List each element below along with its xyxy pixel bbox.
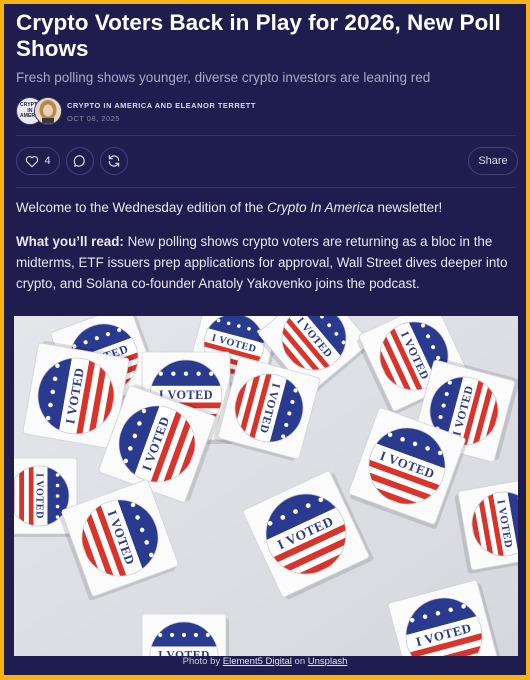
comment-button[interactable] <box>66 147 94 175</box>
sticker-text: I VOTED <box>34 473 45 519</box>
comment-icon <box>73 155 85 167</box>
author-photo <box>35 98 61 124</box>
author-avatars[interactable]: CRYPTO IN AMERICA <box>16 97 66 125</box>
restack-button[interactable] <box>100 147 128 175</box>
sticker-text: I VOTED <box>158 649 210 656</box>
intro-text-end: newsletter! <box>373 200 443 215</box>
article-title: Crypto Voters Back in Play for 2026, New… <box>16 10 501 61</box>
publish-date: OCT 08, 2025 <box>67 114 120 123</box>
like-count: 4 <box>44 155 51 167</box>
intro-paragraph: Welcome to the Wednesday edition of the … <box>16 197 516 218</box>
author-avatar[interactable] <box>34 97 62 125</box>
intro-text-start: Welcome to the Wednesday edition of the <box>16 200 268 215</box>
byline[interactable]: CRYPTO IN AMERICA AND ELEANOR TERRETT <box>67 101 256 110</box>
newsletter-name: Crypto In America <box>267 200 374 215</box>
caption-prefix: Photo by <box>182 656 223 667</box>
heart-icon <box>26 155 39 167</box>
caption-mid: on <box>291 656 308 667</box>
summary-paragraph: What you’ll read: New polling shows cryp… <box>16 231 516 294</box>
divider <box>16 135 516 136</box>
hero-photo[interactable]: I VOTED I VOTED I VOTEDI VOTED I VOTED I VOT… <box>14 316 518 656</box>
voted-sticker: I VOTED <box>141 613 229 656</box>
article-card: Crypto Voters Back in Play for 2026, New… <box>4 4 526 675</box>
source-link[interactable]: Unsplash <box>308 656 348 667</box>
photo-caption: Photo by Element5 Digital on Unsplash <box>4 656 526 667</box>
restack-icon <box>108 155 120 167</box>
divider <box>16 187 516 188</box>
like-button[interactable]: 4 <box>16 147 60 175</box>
share-button[interactable]: Share <box>468 147 518 175</box>
summary-lead: What you’ll read: <box>16 234 124 249</box>
photographer-link[interactable]: Element5 Digital <box>223 656 292 667</box>
article-subtitle: Fresh polling shows younger, diverse cry… <box>16 70 431 85</box>
